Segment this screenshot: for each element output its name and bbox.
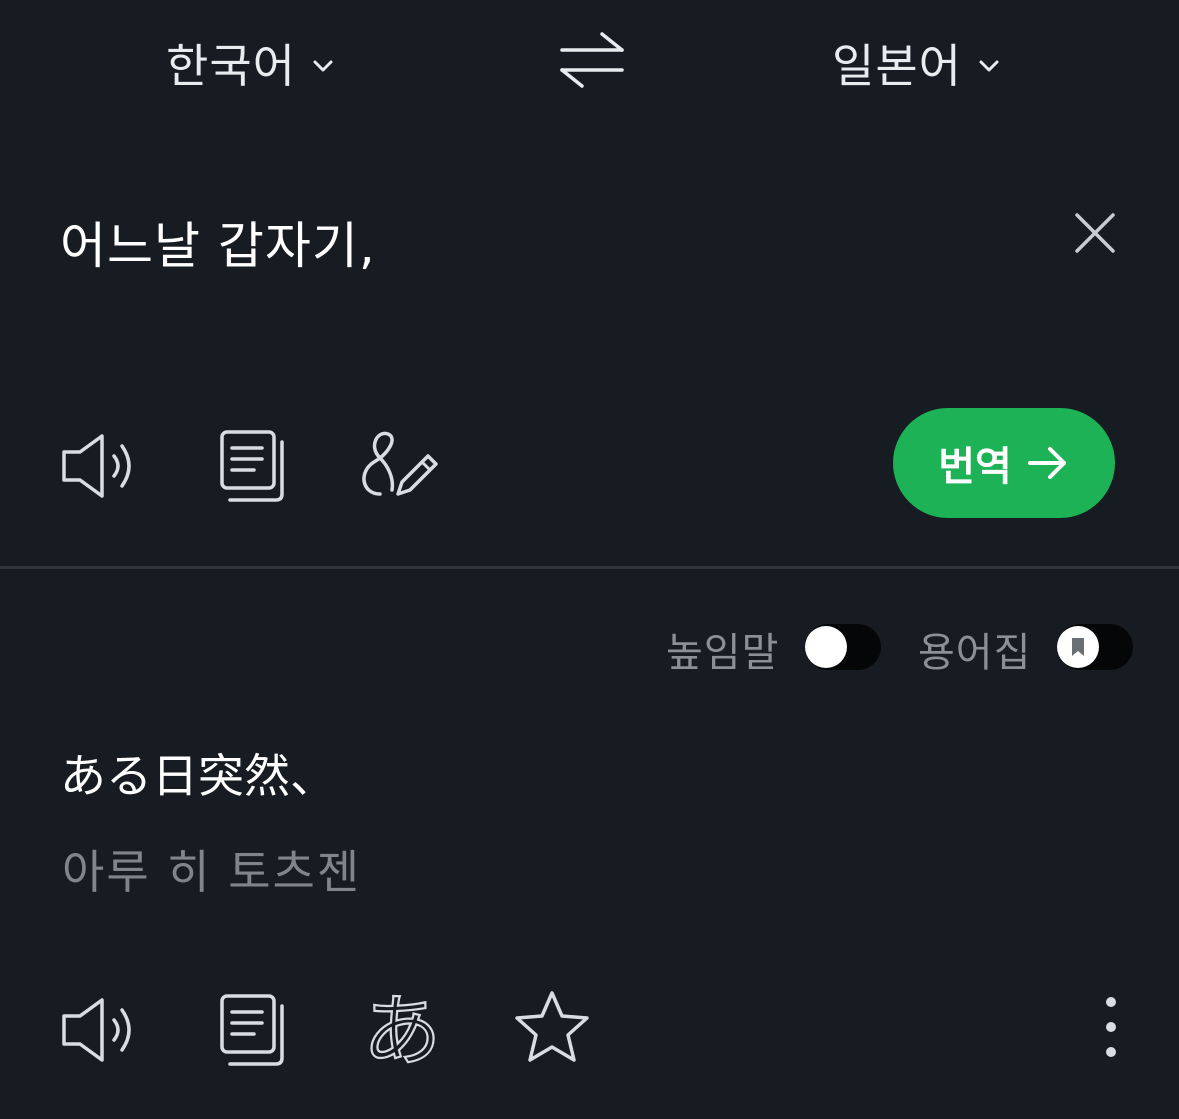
honorific-label: 높임말 [666, 630, 780, 676]
source-language-selector[interactable]: 한국어 [166, 28, 336, 98]
kana-glyph: あ [364, 987, 440, 1074]
translate-button[interactable]: 번역 [893, 408, 1115, 518]
speaker-icon[interactable] [58, 430, 142, 502]
toggle-knob [1057, 626, 1099, 668]
close-icon[interactable] [1070, 208, 1120, 258]
chevron-down-icon [979, 60, 999, 72]
toggle-knob [805, 626, 847, 668]
glossary-toggle[interactable] [1057, 624, 1133, 670]
speaker-icon[interactable] [58, 994, 142, 1066]
translation-result: ある日突然、 [60, 749, 336, 803]
handwriting-icon[interactable] [358, 428, 442, 504]
copy-icon[interactable] [216, 992, 290, 1068]
bookmark-icon [1072, 638, 1084, 656]
section-divider [0, 566, 1179, 569]
honorific-toggle[interactable] [805, 624, 881, 670]
pronunciation-text: 아루 히 토츠젠 [62, 845, 362, 899]
source-text-input[interactable]: 어느날 갑자기, [60, 206, 376, 278]
kana-reading-icon[interactable]: あ [364, 986, 440, 1074]
glossary-label: 용어집 [918, 630, 1032, 676]
star-icon[interactable] [512, 988, 592, 1066]
chevron-down-icon [313, 60, 333, 72]
copy-icon[interactable] [216, 428, 290, 504]
arrow-right-icon [1027, 447, 1066, 479]
more-options-icon[interactable] [1094, 992, 1128, 1062]
swap-languages-icon[interactable] [556, 30, 628, 92]
target-language-selector[interactable]: 일본어 [832, 28, 1002, 98]
translate-button-label: 번역 [938, 445, 1012, 489]
target-language-label: 일본어 [832, 39, 962, 93]
source-language-label: 한국어 [166, 39, 296, 93]
